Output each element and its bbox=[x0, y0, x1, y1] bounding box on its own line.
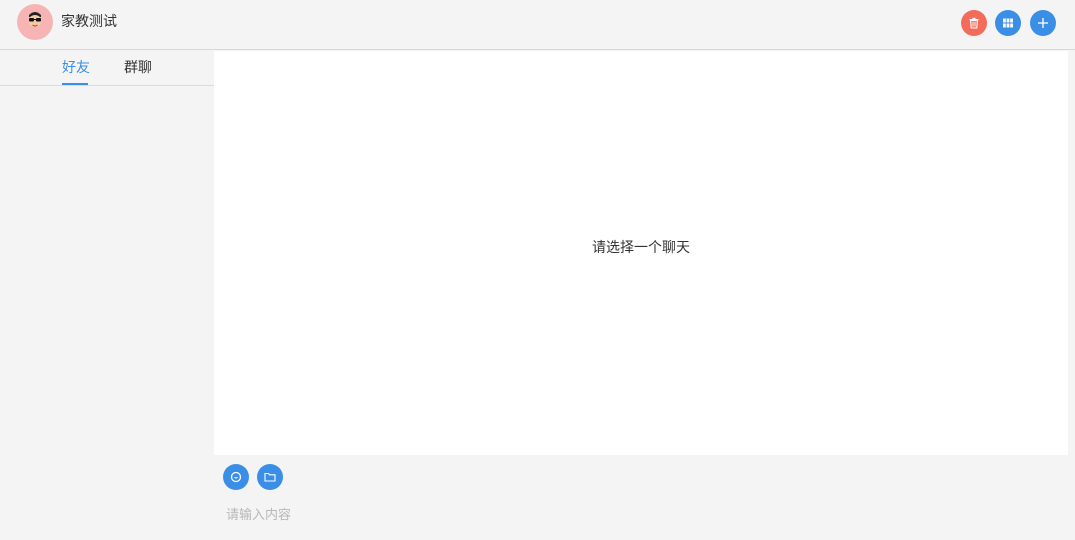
apps-button[interactable] bbox=[995, 10, 1021, 36]
empty-chat-message: 请选择一个聊天 bbox=[592, 240, 690, 256]
cartoon-face-icon bbox=[28, 12, 42, 27]
message-input[interactable] bbox=[226, 503, 1056, 527]
emoji-icon bbox=[230, 471, 242, 483]
message-composer bbox=[214, 455, 1075, 540]
tab-groups[interactable]: 群聊 bbox=[124, 59, 152, 77]
tab-friends[interactable]: 好友 bbox=[62, 59, 90, 77]
avatar[interactable] bbox=[17, 4, 53, 40]
grid-icon bbox=[1003, 18, 1013, 28]
plus-icon bbox=[1038, 18, 1048, 28]
contact-sidebar: 好友 群聊 bbox=[0, 50, 214, 540]
sidebar-tabs: 好友 群聊 bbox=[0, 50, 214, 86]
trash-icon bbox=[969, 17, 979, 29]
folder-icon bbox=[264, 472, 276, 482]
active-tab-indicator bbox=[62, 83, 88, 85]
top-bar: 家教测试 bbox=[0, 0, 1075, 50]
delete-button[interactable] bbox=[961, 10, 987, 36]
chat-window: 请选择一个聊天 bbox=[214, 51, 1068, 455]
emoji-button[interactable] bbox=[223, 464, 249, 490]
add-button[interactable] bbox=[1030, 10, 1056, 36]
file-button[interactable] bbox=[257, 464, 283, 490]
user-name: 家教测试 bbox=[61, 14, 117, 30]
